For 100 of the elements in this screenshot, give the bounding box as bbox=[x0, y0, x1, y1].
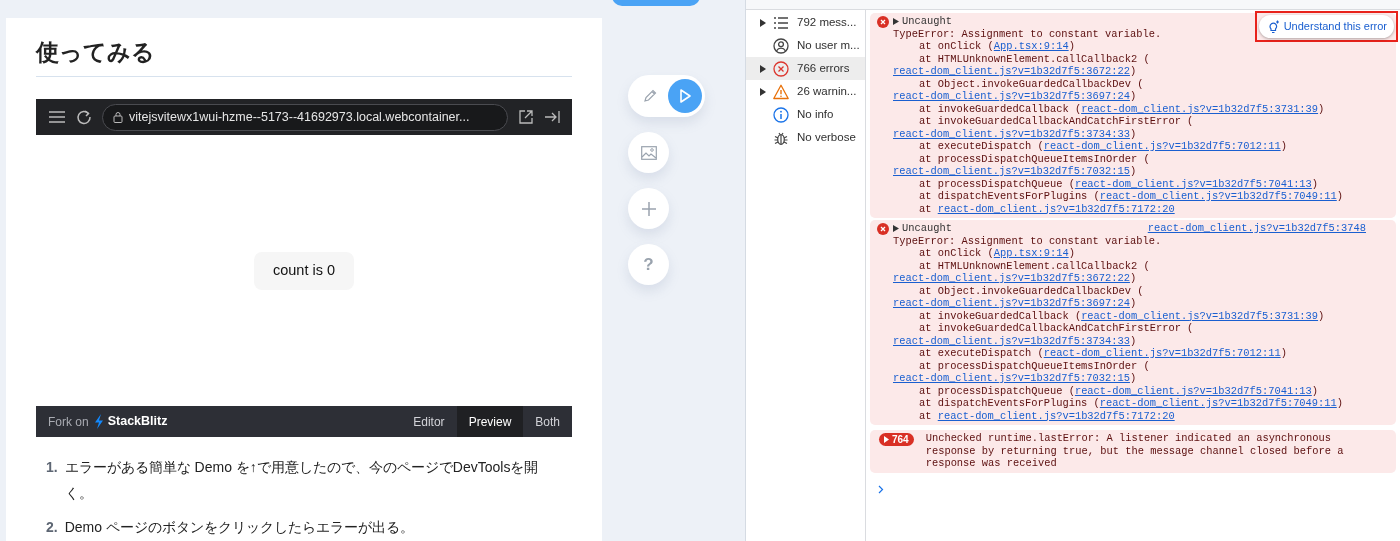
stack-link[interactable]: react-dom_client.js?v=1b32d7f5:7049:11 bbox=[1099, 397, 1337, 409]
stack-link[interactable]: react-dom_client.js?v=1b32d7f5:7049:11 bbox=[1099, 190, 1337, 202]
message-summary: Uncaught bbox=[902, 15, 952, 28]
view-tab[interactable]: Preview bbox=[456, 406, 524, 437]
stack-text: at dispatchEventsForPlugins ( bbox=[919, 397, 1100, 409]
understand-error-button[interactable]: Understand this error bbox=[1258, 15, 1394, 38]
stack-text: ) bbox=[1068, 247, 1075, 259]
stack-text: ) bbox=[1129, 297, 1137, 309]
sidebar-item[interactable]: 26 warnin... bbox=[746, 80, 865, 103]
image-icon bbox=[640, 145, 657, 160]
stack-text: at executeDispatch ( bbox=[919, 347, 1044, 359]
stack-text: at HTMLUnknownElement.callCallback2 ( bbox=[919, 52, 1150, 65]
stack-link[interactable]: react-dom_client.js?v=1b32d7f5:3734:33 bbox=[893, 127, 1130, 140]
stack-link[interactable]: react-dom_client.js?v=1b32d7f5:3734:33 bbox=[893, 334, 1130, 347]
stack-text: ) bbox=[1129, 127, 1137, 140]
info-icon bbox=[773, 106, 789, 123]
sidebar-label: 766 errors bbox=[797, 60, 850, 76]
stack-link[interactable]: react-dom_client.js?v=1b32d7f5:7032:15 bbox=[893, 372, 1130, 384]
sidebar-label: No user m... bbox=[797, 37, 860, 53]
lock-icon bbox=[113, 111, 123, 123]
image-button[interactable] bbox=[628, 132, 669, 173]
stack-link[interactable]: react-dom_client.js?v=1b32d7f5:7041:13 bbox=[1074, 384, 1312, 397]
stack-text: at onClick ( bbox=[919, 247, 994, 259]
stack-text: at invokeGuardedCallbackAndCatchFirstError ( bbox=[919, 322, 1194, 334]
stack-text: at processDispatchQueue ( bbox=[919, 384, 1075, 397]
stack-text: ) bbox=[1129, 65, 1137, 77]
stack-link[interactable]: react-dom_client.js?v=1b32d7f5:3672:22 bbox=[893, 65, 1130, 77]
fork-label: Fork on bbox=[48, 413, 89, 431]
console-prompt-icon bbox=[878, 484, 884, 494]
stack-text: ) bbox=[1068, 40, 1075, 52]
play-icon bbox=[678, 88, 692, 104]
stack-text: ) bbox=[1129, 372, 1137, 384]
sidebar-item[interactable]: 766 errors bbox=[746, 57, 865, 80]
user-circle-icon bbox=[773, 37, 789, 54]
stack-text: at bbox=[919, 202, 933, 215]
stack-text: ) bbox=[1311, 177, 1319, 190]
expand-triangle-icon bbox=[893, 224, 899, 232]
stack-link[interactable]: react-dom_client.js?v=1b32d7f5:7012:11 bbox=[1043, 347, 1281, 359]
stack-text: ) bbox=[1280, 347, 1287, 359]
source-link[interactable]: react-dom_client.js?v=1b32d7f5:3748 bbox=[1147, 222, 1366, 235]
expand-triangle-icon bbox=[760, 87, 766, 96]
stack-text: ) bbox=[1318, 102, 1325, 115]
run-button[interactable] bbox=[668, 79, 702, 113]
stack-link[interactable]: react-dom_client.js?v=1b32d7f5:3672:22 bbox=[893, 272, 1130, 284]
plus-icon bbox=[641, 201, 656, 216]
stack-link[interactable]: react-dom_client.js?v=1b32d7f5:3697:24 bbox=[893, 90, 1130, 102]
external-link-icon bbox=[518, 109, 534, 125]
expand-triangle-icon bbox=[760, 18, 766, 27]
error-text: TypeError: Assignment to constant variable. bbox=[893, 234, 1162, 247]
list-number: 1. bbox=[46, 458, 58, 477]
stack-link[interactable]: App.tsx:9:14 bbox=[993, 247, 1069, 259]
stack-text: at dispatchEventsForPlugins ( bbox=[919, 190, 1100, 202]
list-number: 2. bbox=[46, 518, 58, 537]
stack-link[interactable]: react-dom_client.js?v=1b32d7f5:7032:15 bbox=[893, 165, 1130, 177]
list-icon bbox=[773, 14, 789, 31]
stack-link[interactable]: react-dom_client.js?v=1b32d7f5:3697:24 bbox=[893, 297, 1130, 309]
error-icon bbox=[877, 16, 889, 28]
stack-link[interactable]: react-dom_client.js?v=1b32d7f5:7172:20 bbox=[937, 202, 1175, 215]
sidebar-label: No info bbox=[797, 106, 834, 122]
url-field[interactable]: vitejsvitewx1wui-hzme--5173--41692973.local.webcontainer... bbox=[102, 103, 508, 131]
stack-text: ) bbox=[1311, 384, 1319, 397]
stack-text: ) bbox=[1129, 165, 1137, 177]
sidebar-item[interactable]: No info bbox=[746, 103, 865, 126]
stack-link[interactable]: react-dom_client.js?v=1b32d7f5:7012:11 bbox=[1043, 140, 1281, 152]
error-text: Unchecked runtime.lastError: A listener indicated an asynchronous response by returning true, but the message channel closed before a response was received bbox=[925, 432, 1345, 470]
sidebar-label: 26 warnin... bbox=[797, 83, 857, 99]
repeat-count-badge: 764 bbox=[879, 433, 914, 446]
stack-link[interactable]: react-dom_client.js?v=1b32d7f5:3731:39 bbox=[1081, 309, 1319, 322]
stack-text: ) bbox=[1336, 397, 1344, 409]
view-tab[interactable]: Editor bbox=[401, 406, 457, 437]
view-tab[interactable]: Both bbox=[523, 406, 572, 437]
step-text: エラーがある簡単な Demo を↑で用意したので、今のページでDevToolsを開く。 bbox=[64, 458, 540, 503]
add-button[interactable] bbox=[628, 188, 669, 229]
step-text: Demo ページのボタンをクリックしたらエラーが出る。 bbox=[64, 518, 414, 537]
count-button[interactable]: count is 0 bbox=[253, 252, 355, 290]
stack-text: ) bbox=[1129, 334, 1137, 347]
stack-text: at HTMLUnknownElement.callCallback2 ( bbox=[919, 259, 1150, 272]
stack-text: at Object.invokeGuardedCallbackDev ( bbox=[919, 284, 1144, 297]
error-text: TypeError: Assignment to constant variable. bbox=[893, 27, 1162, 40]
sidebar-item[interactable]: No user m... bbox=[746, 34, 865, 57]
stack-text: ) bbox=[1129, 272, 1137, 284]
stack-text: at executeDispatch ( bbox=[919, 140, 1044, 152]
stack-text: ) bbox=[1318, 309, 1325, 322]
brand-name: StackBlitz bbox=[107, 413, 168, 431]
error-icon bbox=[773, 60, 789, 77]
stack-text: ) bbox=[1280, 140, 1287, 152]
refresh-icon bbox=[76, 109, 92, 125]
sidebar-item[interactable]: No verbose bbox=[746, 126, 865, 149]
pencil-icon bbox=[642, 88, 658, 104]
message-summary: Uncaught bbox=[902, 222, 952, 235]
stack-text: at invokeGuardedCallback ( bbox=[919, 309, 1082, 322]
stack-link[interactable]: react-dom_client.js?v=1b32d7f5:7172:20 bbox=[937, 409, 1175, 422]
stack-link[interactable]: react-dom_client.js?v=1b32d7f5:7041:13 bbox=[1074, 177, 1312, 190]
stack-text: ) bbox=[1129, 90, 1137, 102]
stack-link[interactable]: react-dom_client.js?v=1b32d7f5:3731:39 bbox=[1081, 102, 1319, 115]
lightning-icon bbox=[93, 414, 104, 429]
stack-link[interactable]: App.tsx:9:14 bbox=[993, 40, 1069, 52]
stack-text: at processDispatchQueue ( bbox=[919, 177, 1075, 190]
sidebar-item[interactable]: 792 mess... bbox=[746, 11, 865, 34]
section-heading: 使ってみる bbox=[36, 38, 572, 77]
